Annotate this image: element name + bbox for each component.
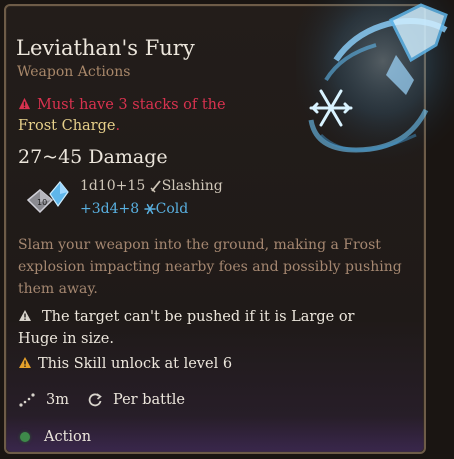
push-note-text: The target can't be pushed if it is Larg… xyxy=(18,309,355,347)
caution-icon xyxy=(19,357,31,368)
range-icon xyxy=(19,393,35,407)
svg-text:10: 10 xyxy=(37,198,47,207)
spell-description: Slam your weapon into the ground, making… xyxy=(18,237,402,297)
requirement-suffix: . xyxy=(115,118,121,134)
unlock-note: This Skill unlock at level 6 xyxy=(18,356,232,372)
range-row: 3m Per battle xyxy=(18,392,185,408)
dice-icon: 10 xyxy=(20,178,70,222)
damage-primary: 1d10+15 Slashing xyxy=(80,178,223,194)
unlock-note-text: This Skill unlock at level 6 xyxy=(38,356,233,372)
damage-secondary: +3d4+8 Cold xyxy=(80,201,188,217)
range-value: 3m xyxy=(46,392,69,408)
requirement-charge: Charge xyxy=(61,118,116,134)
recharge-value: Per battle xyxy=(112,392,186,408)
push-note: The target can't be pushed if it is Larg… xyxy=(18,306,398,350)
dagger-icon xyxy=(150,180,161,193)
requirement-text: Must have 3 stacks of the Frost Charge. xyxy=(18,95,263,137)
damage-secondary-roll: +3d4+8 xyxy=(80,201,140,217)
snowflake-icon xyxy=(143,203,156,215)
damage-primary-type: Slashing xyxy=(161,178,223,194)
damage-primary-roll: 1d10+15 xyxy=(80,178,146,194)
warning-icon xyxy=(18,97,31,110)
action-cost-label: Action xyxy=(44,429,92,445)
spell-art-icon xyxy=(296,0,454,175)
damage-secondary-type: Cold xyxy=(155,201,189,217)
requirement-frost: Frost xyxy=(18,118,57,134)
action-cost-row: Action xyxy=(20,429,91,445)
recharge-icon xyxy=(88,393,102,407)
spell-category: Weapon Actions xyxy=(17,64,131,80)
spell-title: Leviathan's Fury xyxy=(16,36,195,60)
requirement-prefix: Must have 3 stacks of the xyxy=(37,97,226,113)
info-triangle-icon xyxy=(19,310,31,321)
action-dot-icon xyxy=(20,432,30,442)
damage-range: 27~45 Damage xyxy=(18,146,168,168)
